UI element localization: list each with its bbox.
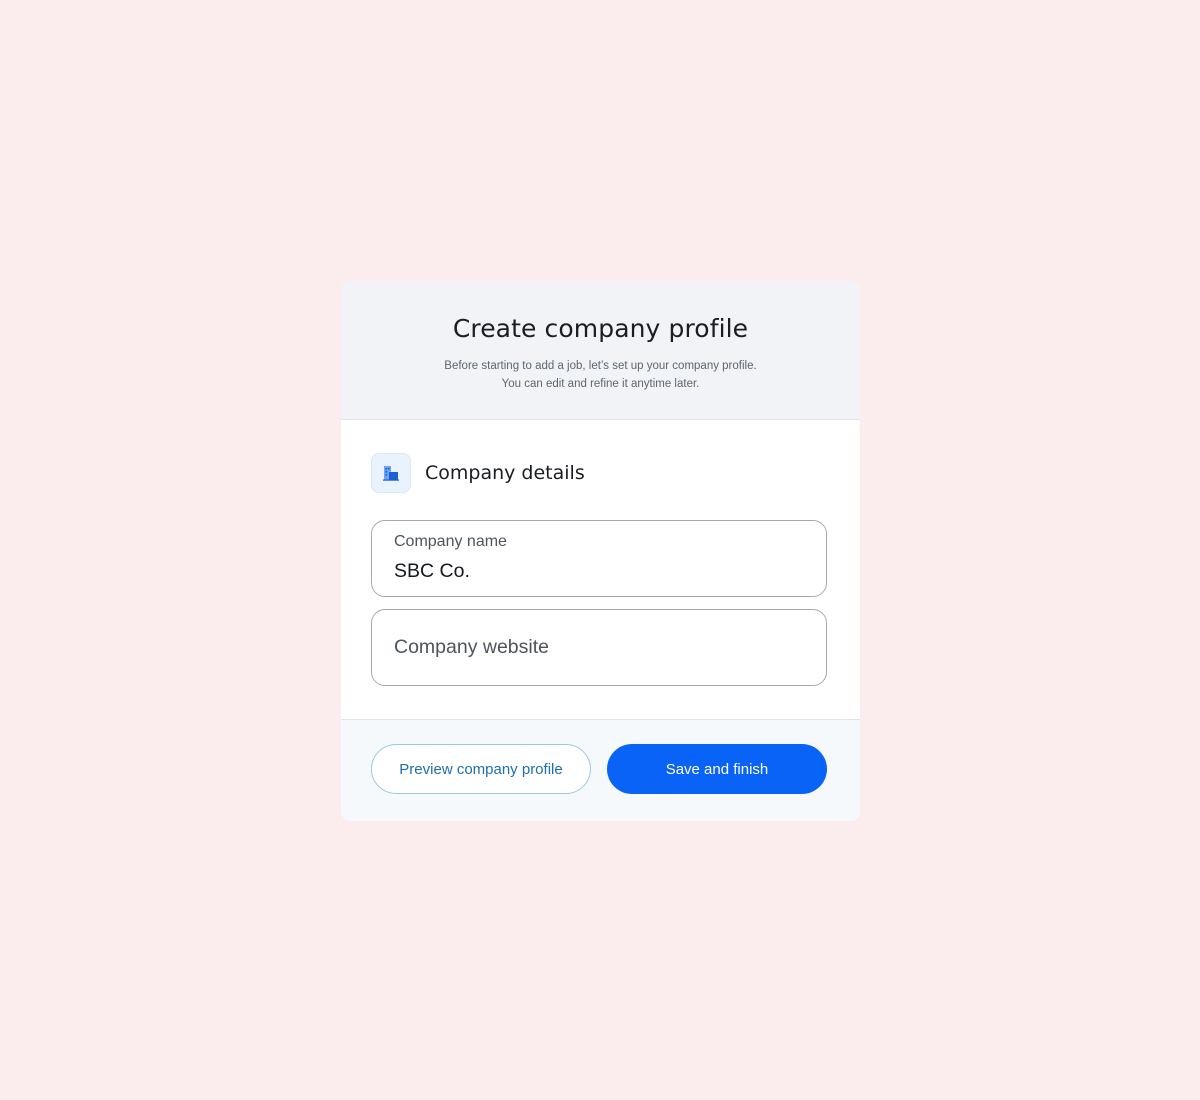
company-name-value[interactable]: SBC Co. xyxy=(394,560,470,583)
preview-company-profile-button[interactable]: Preview company profile xyxy=(371,744,591,794)
dialog-body: Company details Company name SBC Co. Com… xyxy=(341,420,860,720)
company-website-placeholder: Company website xyxy=(394,636,549,658)
dialog-header: Create company profile Before starting t… xyxy=(341,281,860,420)
building-icon xyxy=(371,453,411,493)
dialog-subtitle-line-2: You can edit and refine it anytime later… xyxy=(501,378,700,390)
company-name-field[interactable]: Company name SBC Co. xyxy=(371,520,827,597)
company-name-label: Company name xyxy=(394,533,507,550)
section-title: Company details xyxy=(425,462,585,484)
section-header: Company details xyxy=(371,453,585,493)
dialog-title: Create company profile xyxy=(452,314,749,343)
dialog-footer: Preview company profile Save and finish xyxy=(341,720,860,821)
dialog-subtitle: Before starting to add a job, let’s set … xyxy=(341,357,860,393)
save-and-finish-button[interactable]: Save and finish xyxy=(607,744,827,794)
create-company-profile-dialog: Create company profile Before starting t… xyxy=(341,281,860,821)
dialog-subtitle-line-1: Before starting to add a job, let’s set … xyxy=(444,360,757,372)
company-website-field[interactable]: Company website xyxy=(371,609,827,686)
